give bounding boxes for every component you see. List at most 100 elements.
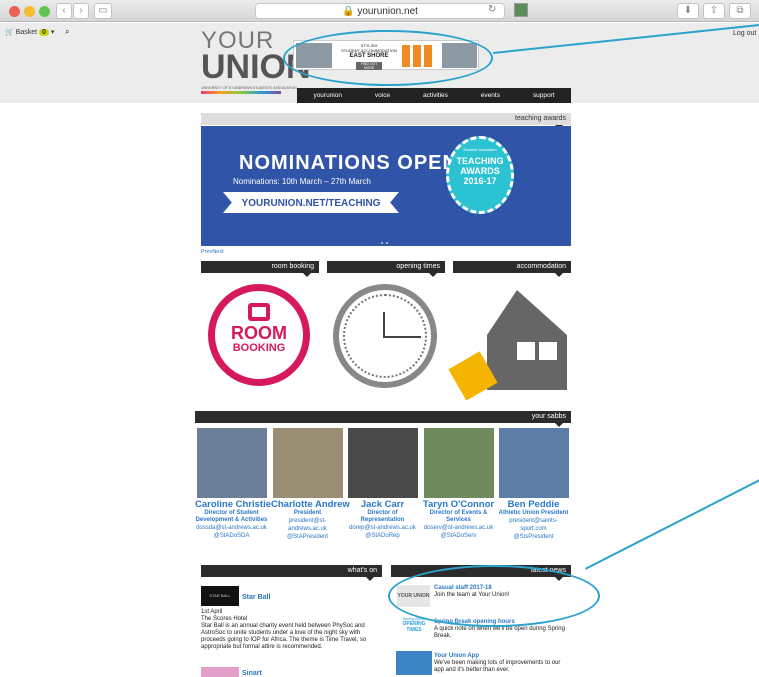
sinart-thumbnail[interactable] [201,667,239,677]
close-window-button[interactable] [9,6,20,17]
opening-times-header[interactable]: opening times [327,261,445,277]
badge-awards: AWARDS [460,166,500,176]
sabb-photo [272,428,343,498]
sabb-card: Taryn O'Connor Director of Events & Serv… [422,428,495,540]
sabb-twitter[interactable]: @StADoSDA [195,532,268,540]
badge-small: Students' Association [463,148,497,152]
sabb-photo [196,428,267,498]
sabb-name[interactable]: Taryn O'Connor [422,499,495,510]
sabb-email[interactable]: dorep@st-andrews.ac.uk [346,524,419,532]
hero-banner[interactable]: NOMINATIONS OPEN Nominations: 10th March… [201,126,571,246]
your-sabbs-header: your sabbs [195,411,571,427]
event-venue: The Scores Hotel [201,616,248,622]
sabb-card: Charlotte Andrew President president@st-… [271,428,350,541]
badge-year: 2016-17 [463,176,497,186]
main-navigation: yourunion voice activities events suppor… [297,88,571,103]
sabb-role: President [293,510,322,516]
search-icon[interactable]: ⌕ [65,27,69,37]
teaching-awards-header: teaching awards [201,113,571,129]
teaching-awards-badge: Students' Association TEACHING AWARDS 20… [446,136,514,214]
star-ball-thumbnail[interactable]: STAR BALL [201,586,239,606]
slider-dots [381,242,390,244]
sabb-email[interactable]: president@saints-sport.com [497,517,570,533]
highlight-oval-ad [283,30,493,86]
room-booking-header[interactable]: room booking [201,261,319,277]
house-window-1 [517,342,535,360]
sabb-role: Director of Student Development & Activi… [195,510,268,523]
news-thumbnail-app[interactable] [396,651,432,675]
share-button[interactable]: ⇪ [703,3,725,19]
reload-icon[interactable]: ↻ [488,4,496,15]
basket-link[interactable]: 🛒 Basket 0 ▾ [5,28,54,36]
basket-label: Basket [15,29,38,36]
clock-ticks [343,294,427,378]
slider-prev-link[interactable]: Prev [201,249,212,255]
sabb-card: Jack Carr Director of Representation dor… [346,428,419,540]
back-button[interactable]: ‹ [56,3,72,19]
nav-activities[interactable]: activities [423,92,448,99]
forward-button[interactable]: › [73,3,89,19]
hero-dates: Nominations: 10th March – 27th March [233,177,371,186]
url-text: yourunion.net [357,6,418,17]
room-label: ROOM [231,323,287,343]
logo-tagline: UNIVERSITY OF ST ANDREWS STUDENTS' ASSOC… [201,86,297,90]
slider-next-link[interactable]: Next [212,249,223,255]
accommodation-icon[interactable] [448,290,571,401]
slider-controls: PrevNext [201,249,224,255]
booking-label: BOOKING [232,342,286,354]
nav-events[interactable]: events [481,92,500,99]
nav-voice[interactable]: voice [375,92,390,99]
sabb-twitter[interactable]: @StADoServ [422,532,495,540]
sabb-card: Caroline Christie Director of Student De… [195,428,271,540]
basket-count-badge: 0 [39,29,49,36]
downloads-button[interactable]: ⬇ [677,3,699,19]
browser-toolbar: ‹ › ▭ 🔒 yourunion.net ↻ ⬇ ⇪ ⧉ [0,0,759,22]
event-title[interactable]: Star Ball [242,594,270,601]
sabb-twitter[interactable]: @StsPresident [497,533,570,541]
annotation-arrow-line [585,477,759,570]
address-bar[interactable]: 🔒 yourunion.net [255,3,505,19]
sabb-photo [347,428,418,498]
sabb-role: Director of Events & Services [429,510,488,523]
news-thumb-text: OPENING TIMES [402,621,426,633]
sabb-role: Director of Representation [360,510,405,523]
logo-color-stripe [201,91,281,94]
hero-url: YOURUNION.NET/TEACHING [241,198,381,209]
highlight-oval-news [388,565,600,627]
event-date: 1st April [201,609,223,615]
news-summary: A quick note on when we'll be open durin… [434,626,565,639]
nav-yourunion[interactable]: yourunion [313,92,342,99]
clock-icon[interactable] [333,284,437,388]
calendar-icon [248,303,270,321]
hero-title: NOMINATIONS OPEN [239,152,458,174]
sabb-email[interactable]: doserv@st-andrews.ac.uk [422,524,495,532]
sabb-name[interactable]: Ben Peddie [497,499,570,510]
sabb-card: Ben Peddie Athletic Union President pres… [497,428,570,541]
sidebar-toggle-button[interactable]: ▭ [94,3,112,19]
sabb-name[interactable]: Caroline Christie [195,499,271,510]
nav-support[interactable]: support [533,92,555,99]
extension-icon[interactable] [514,3,528,17]
logout-link[interactable]: Log out [733,30,756,37]
news-title[interactable]: Your Union App [434,653,479,660]
sabb-role: Athletic Union President [498,510,569,516]
tabs-button[interactable]: ⧉ [729,3,751,19]
news-summary: We've been making lots of improvements t… [434,660,561,673]
room-booking-tile[interactable]: ROOM BOOKING [208,284,310,386]
event-description: Star Ball is an annual charity event hel… [201,623,367,650]
sabb-twitter[interactable]: @StAPresident [271,533,344,541]
sabb-name[interactable]: Charlotte Andrew [271,499,350,510]
whats-on-header: what's on [201,565,382,581]
sabb-twitter[interactable]: @StADoRep [346,532,419,540]
sabb-name[interactable]: Jack Carr [346,499,419,510]
sabb-photo [498,428,569,498]
sabb-email[interactable]: dossda@st-andrews.ac.uk [195,524,268,532]
sabb-photo [423,428,494,498]
event-title[interactable]: Sinart [242,670,262,677]
accommodation-header[interactable]: accommodation [453,261,571,277]
minimize-window-button[interactable] [24,6,35,17]
sabb-email[interactable]: president@st-andrews.ac.uk [271,517,344,533]
badge-teaching: TEACHING [456,156,504,166]
zoom-window-button[interactable] [39,6,50,17]
house-window-2 [539,342,557,360]
